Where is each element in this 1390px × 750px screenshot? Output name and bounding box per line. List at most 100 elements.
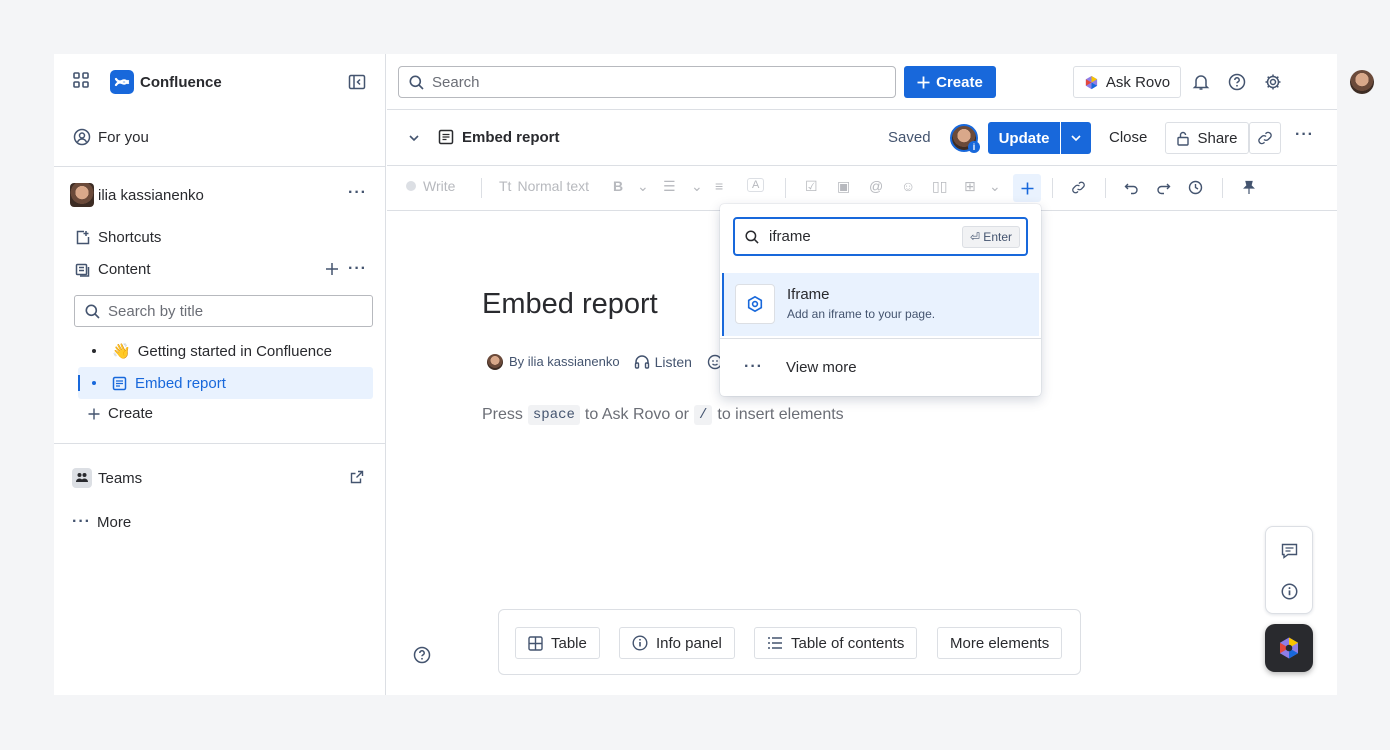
divider [1222, 178, 1223, 198]
bullet-list-icon[interactable]: ☰ [663, 178, 676, 195]
divider [1105, 178, 1106, 198]
app-name: Confluence [140, 73, 222, 91]
emoji-icon[interactable]: ☺ [901, 178, 915, 194]
search-icon [745, 229, 759, 244]
insert-table-button[interactable]: Table [515, 627, 600, 659]
page-tree-item[interactable]: 👋 Getting started in Confluence [78, 335, 373, 367]
chevron-down-icon[interactable]: ⌄ [637, 178, 649, 195]
search-by-title-field[interactable] [74, 295, 373, 327]
sidebar-item-teams[interactable]: Teams [72, 468, 142, 488]
pin-icon[interactable] [1242, 180, 1256, 195]
global-search-field[interactable] [398, 66, 896, 98]
chevron-down-icon[interactable] [407, 131, 421, 145]
confluence-home-link[interactable]: Confluence [110, 70, 222, 94]
plus-icon [88, 408, 100, 420]
sidebar-item-for-you[interactable]: For you [73, 128, 149, 146]
settings-gear-icon[interactable] [1261, 70, 1285, 94]
more-elements-button[interactable]: More elements [937, 627, 1063, 659]
avatar [70, 183, 94, 207]
sidebar-item-content[interactable]: Content [75, 261, 151, 278]
global-search-input[interactable] [432, 73, 872, 91]
divider [1052, 178, 1053, 198]
insert-button[interactable] [1013, 174, 1041, 202]
add-content-button[interactable] [325, 262, 339, 276]
share-button[interactable]: Share [1165, 122, 1249, 154]
chevron-down-icon[interactable]: ⌄ [691, 178, 703, 195]
table-icon[interactable]: ⊞ [964, 178, 976, 195]
element-search-input[interactable] [769, 228, 939, 245]
update-options-button[interactable] [1061, 122, 1091, 154]
bullet [92, 349, 96, 353]
app-switcher-button[interactable] [72, 71, 90, 89]
view-more-label: View more [786, 358, 857, 376]
page-title[interactable]: Embed report [482, 288, 658, 321]
sidebar: Confluence For you ilia kassianenko ··· … [54, 54, 386, 695]
align-icon[interactable]: ≡ [715, 178, 723, 194]
write-button[interactable]: Write [406, 178, 455, 194]
info-icon[interactable] [1281, 583, 1298, 600]
text-style-dropdown[interactable]: Tt Normal text [499, 178, 589, 194]
update-button[interactable]: Update [988, 122, 1060, 154]
create-page-button[interactable]: Create [88, 405, 153, 422]
content-more-button[interactable]: ··· [348, 260, 367, 278]
view-more-item[interactable]: ··· View more [720, 349, 1041, 385]
more-elements-label: More elements [950, 634, 1050, 652]
page-icon [438, 129, 454, 145]
help-icon[interactable] [413, 646, 431, 664]
divider [54, 443, 385, 444]
headphones-icon [634, 354, 650, 369]
profile-avatar[interactable] [1350, 70, 1374, 94]
history-icon[interactable] [1188, 180, 1203, 195]
checkbox-icon[interactable]: ☑ [805, 178, 818, 195]
copy-link-button[interactable] [1249, 122, 1281, 154]
breadcrumb-page-title[interactable]: Embed report [462, 129, 560, 146]
undo-icon[interactable] [1124, 180, 1139, 195]
editor-placeholder-hint[interactable]: Press space to Ask Rovo or / to insert e… [482, 405, 844, 425]
slash-key-hint: / [693, 405, 713, 425]
rovo-chat-button[interactable] [1265, 624, 1313, 672]
sidebar-item-shortcuts[interactable]: Shortcuts [75, 229, 161, 246]
shortcut-icon [75, 230, 91, 246]
save-status: Saved [888, 129, 931, 146]
table-of-contents-icon [767, 636, 783, 650]
insert-toc-button[interactable]: Table of contents [754, 627, 918, 659]
space-more-button[interactable]: ··· [348, 184, 367, 202]
teams-external-link[interactable] [350, 470, 364, 484]
create-button[interactable]: Create [904, 66, 996, 98]
search-by-title-input[interactable] [108, 302, 358, 320]
text-color-icon[interactable]: A [747, 178, 765, 192]
update-label: Update [998, 129, 1050, 147]
info-icon [632, 635, 648, 651]
notifications-icon[interactable] [1189, 70, 1213, 94]
image-icon[interactable]: ▣ [837, 178, 850, 195]
link-icon[interactable] [1071, 180, 1086, 195]
enter-key-hint: ⏎ Enter [961, 226, 1020, 248]
iframe-result-item[interactable]: Iframe Add an iframe to your page. [722, 273, 1039, 336]
layout-icon[interactable]: ▯▯ [932, 178, 947, 195]
rovo-icon [406, 181, 416, 191]
sidebar-item-more[interactable]: ··· More [72, 513, 131, 531]
byline-text[interactable]: By ilia kassianenko [509, 354, 620, 369]
chevron-down-icon[interactable]: ⌄ [989, 178, 1001, 195]
mention-icon[interactable]: @ [869, 178, 883, 194]
iframe-icon [735, 284, 775, 324]
space-key-hint: space [527, 405, 580, 425]
comment-icon[interactable] [1281, 543, 1298, 559]
page-tree-item-selected[interactable]: Embed report [78, 367, 373, 399]
bold-button[interactable]: B [613, 178, 623, 194]
sidebar-space-user[interactable]: ilia kassianenko [70, 183, 204, 207]
listen-button[interactable]: Listen [655, 354, 692, 370]
selection-indicator [78, 375, 80, 391]
help-icon[interactable] [1225, 70, 1249, 94]
redo-icon[interactable] [1156, 180, 1171, 195]
ask-rovo-button[interactable]: Ask Rovo [1073, 66, 1181, 98]
sidebar-item-label: More [96, 513, 132, 531]
insert-info-panel-button[interactable]: Info panel [619, 627, 735, 659]
divider [720, 338, 1041, 339]
result-description: Add an iframe to your page. [787, 307, 936, 321]
content-icon [75, 262, 91, 278]
element-search-field[interactable]: ⏎ Enter [733, 217, 1028, 256]
more-actions-icon[interactable]: ··· [1295, 126, 1314, 144]
close-button[interactable]: Close [1109, 129, 1147, 146]
collapse-sidebar-button[interactable] [348, 73, 366, 91]
